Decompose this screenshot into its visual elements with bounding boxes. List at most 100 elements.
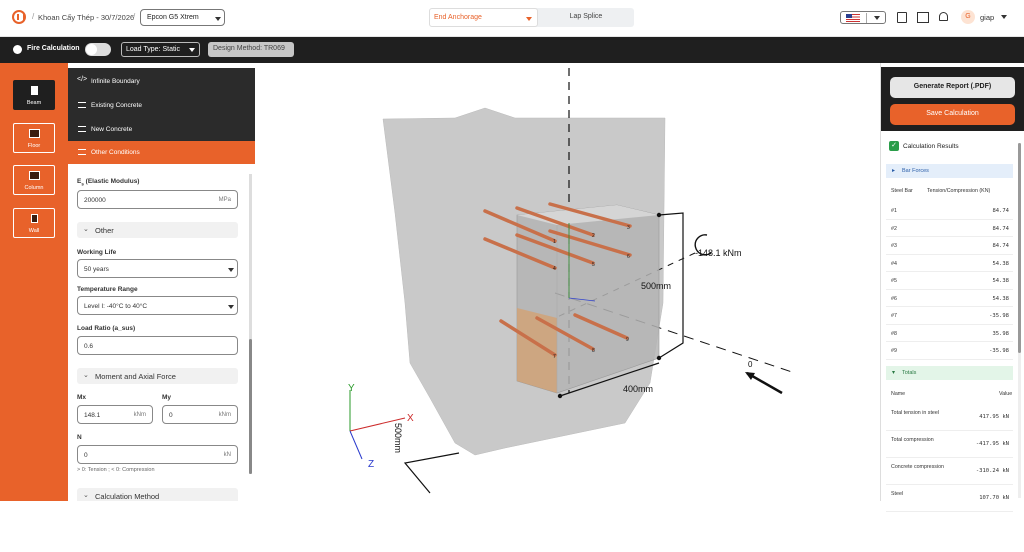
total-name: Steel xyxy=(891,491,904,497)
height-dimension-label: 500mm xyxy=(641,281,671,291)
table-row: Total compression -417.95 kN xyxy=(886,432,1013,458)
n-input[interactable]: 0 kN xyxy=(77,445,238,464)
fire-calculation-label: Fire Calculation xyxy=(27,45,80,52)
bar-number: 9 xyxy=(626,337,629,343)
chevron-down-icon xyxy=(228,268,234,272)
load-ratio-input[interactable]: 0.6 xyxy=(77,336,238,355)
collapse-label: Collapse xyxy=(23,546,45,552)
n-value: 0 xyxy=(84,452,88,459)
menu-item-other-conditions[interactable]: Other Conditions xyxy=(68,141,255,164)
section-calculation-method[interactable]: ⌄ Calculation Method xyxy=(77,488,238,501)
rail-item-floor[interactable]: Floor xyxy=(13,123,55,153)
my-input[interactable]: 0 kNm xyxy=(162,405,238,424)
table-row: #6 54.38 xyxy=(886,290,1013,307)
rail-item-label: Beam xyxy=(26,100,42,106)
load-type-select[interactable]: Load Type: Static xyxy=(121,42,200,57)
code-brackets-icon: </> xyxy=(77,76,88,83)
total-value: -310.24 kN xyxy=(975,468,1009,474)
results-scrollbar[interactable] xyxy=(1018,143,1021,498)
product-select-value: Epcon G5 Xtrem xyxy=(147,14,199,21)
temperature-range-select[interactable]: Level I: -40°C to 40°C xyxy=(77,296,238,315)
fire-calculation-toggle[interactable] xyxy=(85,43,111,56)
working-life-select[interactable]: 50 years xyxy=(77,259,238,278)
menu-item-label: New Concrete xyxy=(91,126,133,133)
table-row: #8 35.98 xyxy=(886,325,1013,342)
3d-scene: 1 2 3 4 5 6 7 8 9 500mm 400mm 500mm -148… xyxy=(348,68,796,494)
menu-item-existing-concrete[interactable]: Existing Concrete xyxy=(68,94,255,117)
table-row: #2 84.74 xyxy=(886,220,1013,237)
section-other[interactable]: ⌄ Other xyxy=(77,222,238,238)
chevron-down-icon xyxy=(215,17,221,21)
bar-force-value: 84.74 xyxy=(992,225,1009,232)
tab-end-anchorage[interactable]: End Anchorage xyxy=(429,8,538,27)
rail-item-wall[interactable]: Wall xyxy=(13,208,55,238)
chevron-down-icon xyxy=(874,16,880,20)
chevron-down-icon: ⌄ xyxy=(83,226,89,233)
bar-forces-header[interactable]: ▸ Bar Forces xyxy=(886,164,1013,178)
working-life-value: 50 years xyxy=(84,266,109,273)
tab-end-anchorage-label: End Anchorage xyxy=(434,14,482,21)
bar-number: 5 xyxy=(592,262,595,268)
steel-bar-id: #1 xyxy=(891,208,897,214)
language-select[interactable] xyxy=(840,11,886,24)
menu-item-new-concrete[interactable]: New Concrete xyxy=(68,118,255,141)
rail-item-column[interactable]: Column xyxy=(13,165,55,195)
beam-icon xyxy=(31,86,38,95)
save-calculation-button[interactable]: Save Calculation xyxy=(890,104,1015,125)
col-value: Value xyxy=(999,391,1013,397)
bar-number: 2 xyxy=(592,233,595,239)
elastic-modulus-label: Es (Elastic Modulus) xyxy=(77,178,140,187)
col-steel-bar: Steel Bar xyxy=(891,188,913,194)
bar-number: 6 xyxy=(627,254,630,260)
double-chevron-left-icon: « xyxy=(31,535,37,546)
3d-viewport[interactable]: 1 2 3 4 5 6 7 8 9 500mm 400mm 500mm -148… xyxy=(255,63,880,501)
col-tension-compression: Tension/Compression (KN) xyxy=(927,188,991,194)
menu-item-infinite-boundary[interactable]: </> Infinite Boundary xyxy=(68,70,255,93)
bar-forces-label: Bar Forces xyxy=(902,168,929,174)
bar-force-value: 54.38 xyxy=(992,295,1009,302)
list-icon: ▸ xyxy=(892,168,896,174)
app-logo-icon[interactable] xyxy=(12,10,26,24)
axis-y-label: Y xyxy=(348,383,355,394)
bar-force-value: 84.74 xyxy=(992,243,1009,249)
rail-item-label: Column xyxy=(24,185,44,191)
section-title: Other xyxy=(95,226,114,235)
axes-gizmo: Y X Z xyxy=(348,383,414,470)
temperature-range-label: Temperature Range xyxy=(77,286,138,293)
book-icon[interactable] xyxy=(917,12,929,23)
wall-icon xyxy=(31,214,38,223)
steel-bar-id: #2 xyxy=(891,225,897,232)
avatar[interactable]: G xyxy=(961,10,975,24)
layers-icon xyxy=(78,102,86,108)
menu-item-label: Existing Concrete xyxy=(91,102,142,109)
steel-bar-id: #8 xyxy=(891,330,897,337)
table-row: #4 54.38 xyxy=(886,255,1013,272)
total-name: Concrete compression xyxy=(891,464,944,470)
chevron-down-icon[interactable] xyxy=(1001,15,1007,19)
axial-load-label: 0 xyxy=(748,360,753,369)
column-icon xyxy=(29,171,40,180)
bar-force-value: -35.98 xyxy=(989,348,1009,354)
collapse-button[interactable]: « Collapse xyxy=(0,535,68,552)
fire-icon xyxy=(13,45,22,54)
tab-lap-splice[interactable]: Lap Splice xyxy=(538,8,634,27)
image-icon[interactable] xyxy=(897,12,907,23)
anchorage-segmented-control: End Anchorage Lap Splice xyxy=(429,8,634,27)
check-icon: ✓ xyxy=(889,141,899,151)
section-title: Calculation Method xyxy=(95,492,160,501)
project-name[interactable]: Khoan Cấy Thép - 30/7/2026 xyxy=(38,13,134,22)
form-scrollbar[interactable] xyxy=(249,174,252,474)
section-moment-axial-force[interactable]: ⌄ Moment and Axial Force xyxy=(77,368,238,384)
bell-icon[interactable] xyxy=(939,12,948,21)
totals-header[interactable]: ▾ Totals xyxy=(886,366,1013,380)
product-select[interactable]: Epcon G5 Xtrem xyxy=(140,9,225,26)
mx-input[interactable]: 148.1 kNm xyxy=(77,405,153,424)
moment-label: -148.1 kNm xyxy=(695,248,742,258)
rail-item-beam[interactable]: Beam xyxy=(13,80,55,110)
menu-item-label: Other Conditions xyxy=(91,149,140,156)
filter-icon: ▾ xyxy=(892,370,896,376)
elastic-modulus-input[interactable]: 200000 MPa xyxy=(77,190,238,209)
generate-report-button[interactable]: Generate Report (.PDF) xyxy=(890,77,1015,98)
user-name[interactable]: giap xyxy=(980,13,994,22)
element-type-rail: Beam Floor Column Wall « Collapse xyxy=(0,63,68,552)
